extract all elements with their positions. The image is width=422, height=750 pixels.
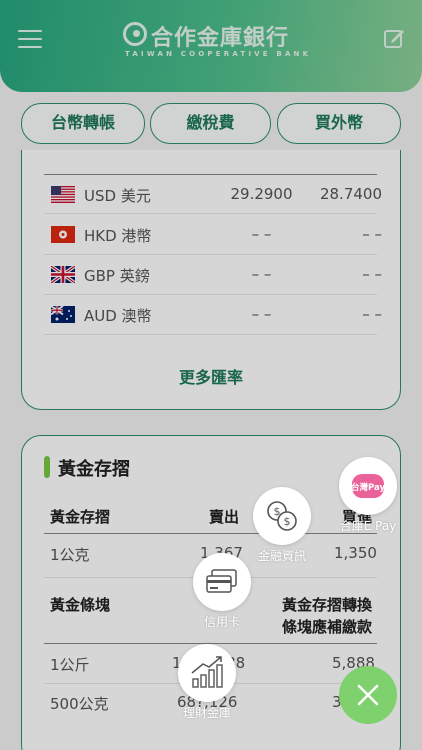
- credit-card-icon: [193, 553, 251, 611]
- close-menu-button[interactable]: [339, 666, 397, 724]
- svg-text:$: $: [284, 515, 291, 528]
- fab-item-label: 金融資訊: [257, 549, 306, 563]
- fab-item-wealth[interactable]: 理財金庫: [172, 644, 242, 721]
- svg-text:$: $: [274, 505, 281, 518]
- fab-item-label: 信用卡: [203, 615, 240, 629]
- menu-overlay[interactable]: [0, 0, 422, 750]
- taiwan-pay-icon: 台灣Pay: [339, 457, 397, 515]
- currency-exchange-icon: $ $: [253, 487, 311, 545]
- bar-chart-growth-icon: [178, 644, 236, 702]
- fab-item-label: 合庫E Pay: [339, 519, 397, 533]
- close-icon: [357, 684, 379, 706]
- fab-item-credit-card[interactable]: 信用卡: [187, 553, 257, 630]
- fab-item-financial-info[interactable]: $ $ 金融資訊: [247, 487, 317, 564]
- svg-text:台灣Pay: 台灣Pay: [351, 482, 385, 493]
- fab-item-label: 理財金庫: [182, 706, 231, 720]
- fab-item-epay[interactable]: 台灣Pay 合庫E Pay: [333, 457, 403, 534]
